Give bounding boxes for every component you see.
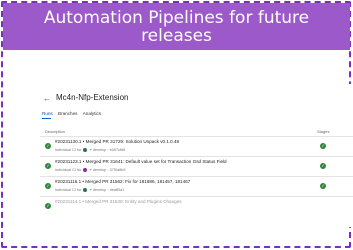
arrow-left-icon[interactable]: ←	[43, 94, 51, 103]
avatar	[83, 188, 88, 192]
run-meta: Individual CI for ⑂ develop ◦ 37f0a8b9	[55, 168, 126, 172]
commit-icon: ◦	[107, 168, 109, 172]
tab-analytics[interactable]: Analytics	[83, 111, 101, 116]
avatar	[83, 148, 88, 152]
column-description: Description	[45, 129, 66, 134]
run-meta: Individual CI for ⑂ develop ◦ b097cf68	[55, 148, 125, 152]
table-row[interactable]: ✓ #20231116.1 • Merged PR 31562: Fix for…	[40, 176, 353, 196]
run-branch[interactable]: develop	[93, 148, 106, 152]
commit-icon: ◦	[107, 148, 109, 152]
runs-table-header: Description Stages	[40, 126, 353, 136]
run-commit[interactable]: 37f0a8b9	[110, 168, 126, 172]
table-row[interactable]: ✓ #20231130.1 • Merged PR 31729: Solutio…	[40, 136, 353, 156]
tab-branches[interactable]: Branches	[58, 111, 77, 116]
run-commit[interactable]: deaff0a1	[110, 188, 125, 192]
active-tab-indicator	[42, 118, 51, 119]
branch-icon: ⑂	[89, 148, 92, 152]
run-title[interactable]: #20231114.1 • Merged PR 31520: Entity an…	[55, 199, 182, 204]
run-trigger: Individual CI for	[55, 168, 82, 172]
column-stages: Stages	[317, 129, 330, 134]
title-banner: Automation Pipelines for future releases	[3, 3, 350, 50]
run-trigger: Individual CI for	[55, 188, 82, 192]
run-meta: Individual CI for ⑂ develop ◦ deaff0a1	[55, 188, 124, 192]
table-row[interactable]: ✓ #20231114.1 • Merged PR 31520: Entity …	[40, 196, 353, 216]
pipeline-title: Mc4n-Nfp-Extension	[56, 93, 129, 102]
branch-icon: ⑂	[89, 188, 92, 192]
success-check-icon: ✓	[45, 183, 51, 189]
pipeline-tabs: Runs Branches Analytics	[42, 111, 105, 116]
stage-success-icon[interactable]: ✓	[320, 143, 326, 149]
success-check-icon: ✓	[45, 163, 51, 169]
commit-icon: ◦	[107, 188, 109, 192]
run-commit[interactable]: b097cf68	[110, 148, 126, 152]
table-row[interactable]: ✓ #20231123.1 • Merged PR 31641: Default…	[40, 156, 353, 176]
stage-success-icon[interactable]: ✓	[320, 183, 326, 189]
run-trigger: Individual CI for	[55, 148, 82, 152]
slide-title: Automation Pipelines for future releases	[43, 8, 310, 46]
run-branch[interactable]: develop	[93, 188, 106, 192]
run-branch[interactable]: develop	[93, 168, 106, 172]
success-check-icon: ✓	[45, 203, 51, 209]
run-title[interactable]: #20231130.1 • Merged PR 31729: Solution …	[55, 139, 179, 144]
run-title[interactable]: #20231123.1 • Merged PR 31641: Default v…	[55, 159, 227, 164]
success-check-icon: ✓	[45, 143, 51, 149]
run-title[interactable]: #20231116.1 • Merged PR 31562: Fix for 1…	[55, 179, 190, 184]
avatar	[83, 168, 88, 172]
branch-icon: ⑂	[89, 168, 92, 172]
stage-success-icon[interactable]: ✓	[320, 163, 326, 169]
pipeline-screenshot: ← Mc4n-Nfp-Extension Runs Branches Analy…	[35, 84, 353, 227]
tab-runs[interactable]: Runs	[42, 111, 53, 116]
